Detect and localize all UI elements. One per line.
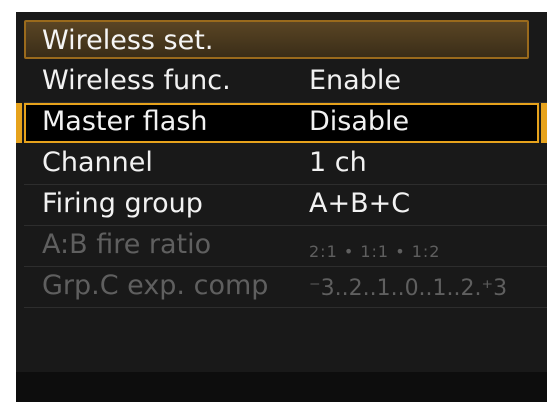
menu-row-value: 1 ch [309,147,367,178]
menu-row-master-flash[interactable]: Master flash Disable [16,103,547,143]
menu-row-label: Firing group [42,188,203,219]
menu-row-grp-c-exp-comp: Grp.C exp. comp ⁻3..2..1..0..1..2.⁺3 [24,267,547,308]
ratio-scale: 2:1 • 1:1 • 1:2 [309,242,441,261]
menu-title: Wireless set. [42,25,214,56]
menu-row-value: A+B+C [309,188,411,219]
menu-row-ab-fire-ratio: A:B fire ratio 2:1 • 1:1 • 1:2 [24,226,547,267]
menu-bottom-band [16,372,547,402]
menu-row-value: Disable [309,106,410,137]
menu-row-label: Master flash [42,106,208,137]
menu-row-value: Enable [309,65,401,96]
menu-row-label: Grp.C exp. comp [42,270,269,301]
menu-row-label: Channel [42,147,153,178]
menu-row-wireless-func[interactable]: Wireless func. Enable [24,62,547,103]
menu-row-label: A:B fire ratio [42,229,212,260]
camera-menu-screen: Wireless set. Wireless func. Enable Mast… [16,12,547,402]
menu-title-bar: Wireless set. [24,20,529,59]
menu-row-label: Wireless func. [42,65,231,96]
exposure-comp-scale: ⁻3..2..1..0..1..2.⁺3 [309,276,508,301]
menu-row-channel[interactable]: Channel 1 ch [24,144,547,185]
menu-row-firing-group[interactable]: Firing group A+B+C [24,185,547,226]
